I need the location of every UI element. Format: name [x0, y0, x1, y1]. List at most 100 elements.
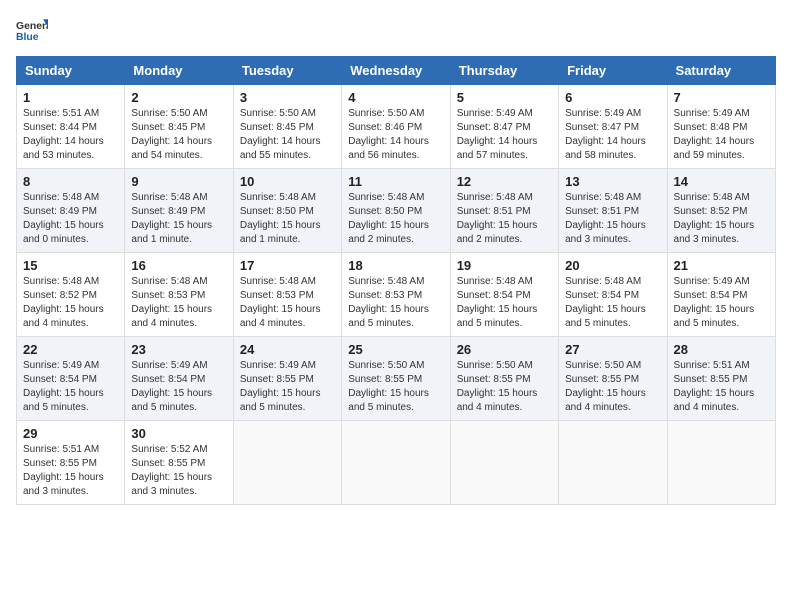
calendar-cell: 21 Sunrise: 5:49 AMSunset: 8:54 PMDayligh…: [667, 253, 775, 337]
calendar-cell: [450, 421, 558, 505]
calendar-week-row: 29 Sunrise: 5:51 AMSunset: 8:55 PMDayligh…: [17, 421, 776, 505]
day-info: Sunrise: 5:48 AMSunset: 8:50 PMDaylight:…: [240, 191, 335, 247]
calendar-cell: 23Sunrise: 5:49 AMSunset: 8:54 PMDayligh…: [125, 337, 233, 421]
calendar-cell: 27 Sunrise: 5:50 AMSunset: 8:55 PMDayligh…: [559, 337, 667, 421]
day-number: 19: [457, 258, 552, 273]
day-info: Sunrise: 5:50 AMSunset: 8:55 PMDaylight:…: [348, 359, 443, 415]
calendar-cell: 24Sunrise: 5:49 AMSunset: 8:55 PMDayligh…: [233, 337, 341, 421]
day-number: 1: [23, 90, 118, 105]
day-info: Sunrise: 5:48 AMSunset: 8:54 PMDaylight:…: [457, 275, 552, 331]
calendar-cell: 3 Sunrise: 5:50 AMSunset: 8:45 PMDaylight…: [233, 85, 341, 169]
day-header-saturday: Saturday: [667, 57, 775, 85]
calendar-cell: 17 Sunrise: 5:48 AMSunset: 8:53 PMDayligh…: [233, 253, 341, 337]
calendar-cell: 2Sunrise: 5:50 AMSunset: 8:45 PMDaylight…: [125, 85, 233, 169]
calendar-cell: 16Sunrise: 5:48 AMSunset: 8:53 PMDayligh…: [125, 253, 233, 337]
day-info: Sunrise: 5:49 AMSunset: 8:48 PMDaylight:…: [674, 107, 769, 163]
day-number: 21: [674, 258, 769, 273]
day-number: 6: [565, 90, 660, 105]
day-info: Sunrise: 5:49 AMSunset: 8:54 PMDaylight:…: [674, 275, 769, 331]
calendar-cell: 26 Sunrise: 5:50 AMSunset: 8:55 PMDayligh…: [450, 337, 558, 421]
day-number: 30: [131, 426, 226, 441]
day-info: Sunrise: 5:48 AMSunset: 8:51 PMDaylight:…: [565, 191, 660, 247]
day-number: 15: [23, 258, 118, 273]
day-header-monday: Monday: [125, 57, 233, 85]
day-info: Sunrise: 5:51 AMSunset: 8:55 PMDaylight:…: [674, 359, 769, 415]
day-info: Sunrise: 5:50 AMSunset: 8:55 PMDaylight:…: [565, 359, 660, 415]
day-number: 25: [348, 342, 443, 357]
calendar-cell: 9 Sunrise: 5:48 AMSunset: 8:49 PMDaylight…: [125, 169, 233, 253]
day-info: Sunrise: 5:48 AMSunset: 8:51 PMDaylight:…: [457, 191, 552, 247]
calendar-week-row: 22Sunrise: 5:49 AMSunset: 8:54 PMDayligh…: [17, 337, 776, 421]
day-info: Sunrise: 5:48 AMSunset: 8:49 PMDaylight:…: [23, 191, 118, 247]
day-number: 26: [457, 342, 552, 357]
calendar-cell: 13 Sunrise: 5:48 AMSunset: 8:51 PMDayligh…: [559, 169, 667, 253]
calendar-week-row: 8 Sunrise: 5:48 AMSunset: 8:49 PMDaylight…: [17, 169, 776, 253]
calendar-cell: 20 Sunrise: 5:48 AMSunset: 8:54 PMDayligh…: [559, 253, 667, 337]
calendar-cell: 18 Sunrise: 5:48 AMSunset: 8:53 PMDayligh…: [342, 253, 450, 337]
day-info: Sunrise: 5:51 AMSunset: 8:55 PMDaylight:…: [23, 443, 118, 499]
calendar-cell: 19 Sunrise: 5:48 AMSunset: 8:54 PMDayligh…: [450, 253, 558, 337]
calendar-week-row: 1 Sunrise: 5:51 AMSunset: 8:44 PMDaylight…: [17, 85, 776, 169]
calendar-cell: 25 Sunrise: 5:50 AMSunset: 8:55 PMDayligh…: [342, 337, 450, 421]
day-info: Sunrise: 5:48 AMSunset: 8:52 PMDaylight:…: [23, 275, 118, 331]
calendar-cell: 30 Sunrise: 5:52 AMSunset: 8:55 PMDayligh…: [125, 421, 233, 505]
day-number: 17: [240, 258, 335, 273]
svg-text:General: General: [16, 21, 48, 32]
day-info: Sunrise: 5:48 AMSunset: 8:53 PMDaylight:…: [240, 275, 335, 331]
page-header: GeneralBlue: [16, 16, 776, 48]
day-number: 18: [348, 258, 443, 273]
day-info: Sunrise: 5:49 AMSunset: 8:54 PMDaylight:…: [23, 359, 118, 415]
svg-text:Blue: Blue: [16, 32, 39, 43]
calendar-cell: 12Sunrise: 5:48 AMSunset: 8:51 PMDayligh…: [450, 169, 558, 253]
calendar-cell: [342, 421, 450, 505]
calendar-header-row: SundayMondayTuesdayWednesdayThursdayFrid…: [17, 57, 776, 85]
calendar-cell: 22Sunrise: 5:49 AMSunset: 8:54 PMDayligh…: [17, 337, 125, 421]
calendar-cell: 15 Sunrise: 5:48 AMSunset: 8:52 PMDayligh…: [17, 253, 125, 337]
calendar-cell: [559, 421, 667, 505]
day-number: 16: [131, 258, 226, 273]
day-info: Sunrise: 5:50 AMSunset: 8:45 PMDaylight:…: [240, 107, 335, 163]
calendar-cell: 5Sunrise: 5:49 AMSunset: 8:47 PMDaylight…: [450, 85, 558, 169]
day-info: Sunrise: 5:50 AMSunset: 8:46 PMDaylight:…: [348, 107, 443, 163]
day-info: Sunrise: 5:49 AMSunset: 8:55 PMDaylight:…: [240, 359, 335, 415]
day-header-friday: Friday: [559, 57, 667, 85]
day-info: Sunrise: 5:49 AMSunset: 8:47 PMDaylight:…: [457, 107, 552, 163]
calendar-cell: 11Sunrise: 5:48 AMSunset: 8:50 PMDayligh…: [342, 169, 450, 253]
day-header-wednesday: Wednesday: [342, 57, 450, 85]
day-info: Sunrise: 5:50 AMSunset: 8:55 PMDaylight:…: [457, 359, 552, 415]
logo-icon: GeneralBlue: [16, 16, 48, 48]
day-info: Sunrise: 5:51 AMSunset: 8:44 PMDaylight:…: [23, 107, 118, 163]
day-number: 11: [348, 174, 443, 189]
day-number: 29: [23, 426, 118, 441]
calendar-cell: 14 Sunrise: 5:48 AMSunset: 8:52 PMDayligh…: [667, 169, 775, 253]
day-header-thursday: Thursday: [450, 57, 558, 85]
day-number: 10: [240, 174, 335, 189]
calendar-cell: 8 Sunrise: 5:48 AMSunset: 8:49 PMDaylight…: [17, 169, 125, 253]
day-info: Sunrise: 5:48 AMSunset: 8:52 PMDaylight:…: [674, 191, 769, 247]
day-number: 9: [131, 174, 226, 189]
day-info: Sunrise: 5:49 AMSunset: 8:47 PMDaylight:…: [565, 107, 660, 163]
day-number: 8: [23, 174, 118, 189]
day-info: Sunrise: 5:50 AMSunset: 8:45 PMDaylight:…: [131, 107, 226, 163]
day-info: Sunrise: 5:48 AMSunset: 8:54 PMDaylight:…: [565, 275, 660, 331]
day-number: 14: [674, 174, 769, 189]
day-info: Sunrise: 5:48 AMSunset: 8:49 PMDaylight:…: [131, 191, 226, 247]
day-number: 20: [565, 258, 660, 273]
calendar-cell: 7 Sunrise: 5:49 AMSunset: 8:48 PMDaylight…: [667, 85, 775, 169]
calendar-cell: 6 Sunrise: 5:49 AMSunset: 8:47 PMDaylight…: [559, 85, 667, 169]
calendar-week-row: 15 Sunrise: 5:48 AMSunset: 8:52 PMDayligh…: [17, 253, 776, 337]
day-info: Sunrise: 5:52 AMSunset: 8:55 PMDaylight:…: [131, 443, 226, 499]
day-number: 27: [565, 342, 660, 357]
day-number: 3: [240, 90, 335, 105]
calendar-table: SundayMondayTuesdayWednesdayThursdayFrid…: [16, 56, 776, 505]
day-number: 28: [674, 342, 769, 357]
day-number: 13: [565, 174, 660, 189]
calendar-cell: 29 Sunrise: 5:51 AMSunset: 8:55 PMDayligh…: [17, 421, 125, 505]
day-info: Sunrise: 5:49 AMSunset: 8:54 PMDaylight:…: [131, 359, 226, 415]
calendar-cell: 1 Sunrise: 5:51 AMSunset: 8:44 PMDaylight…: [17, 85, 125, 169]
calendar-cell: [667, 421, 775, 505]
day-number: 7: [674, 90, 769, 105]
calendar-cell: 28 Sunrise: 5:51 AMSunset: 8:55 PMDayligh…: [667, 337, 775, 421]
calendar-cell: 4Sunrise: 5:50 AMSunset: 8:46 PMDaylight…: [342, 85, 450, 169]
day-info: Sunrise: 5:48 AMSunset: 8:53 PMDaylight:…: [348, 275, 443, 331]
